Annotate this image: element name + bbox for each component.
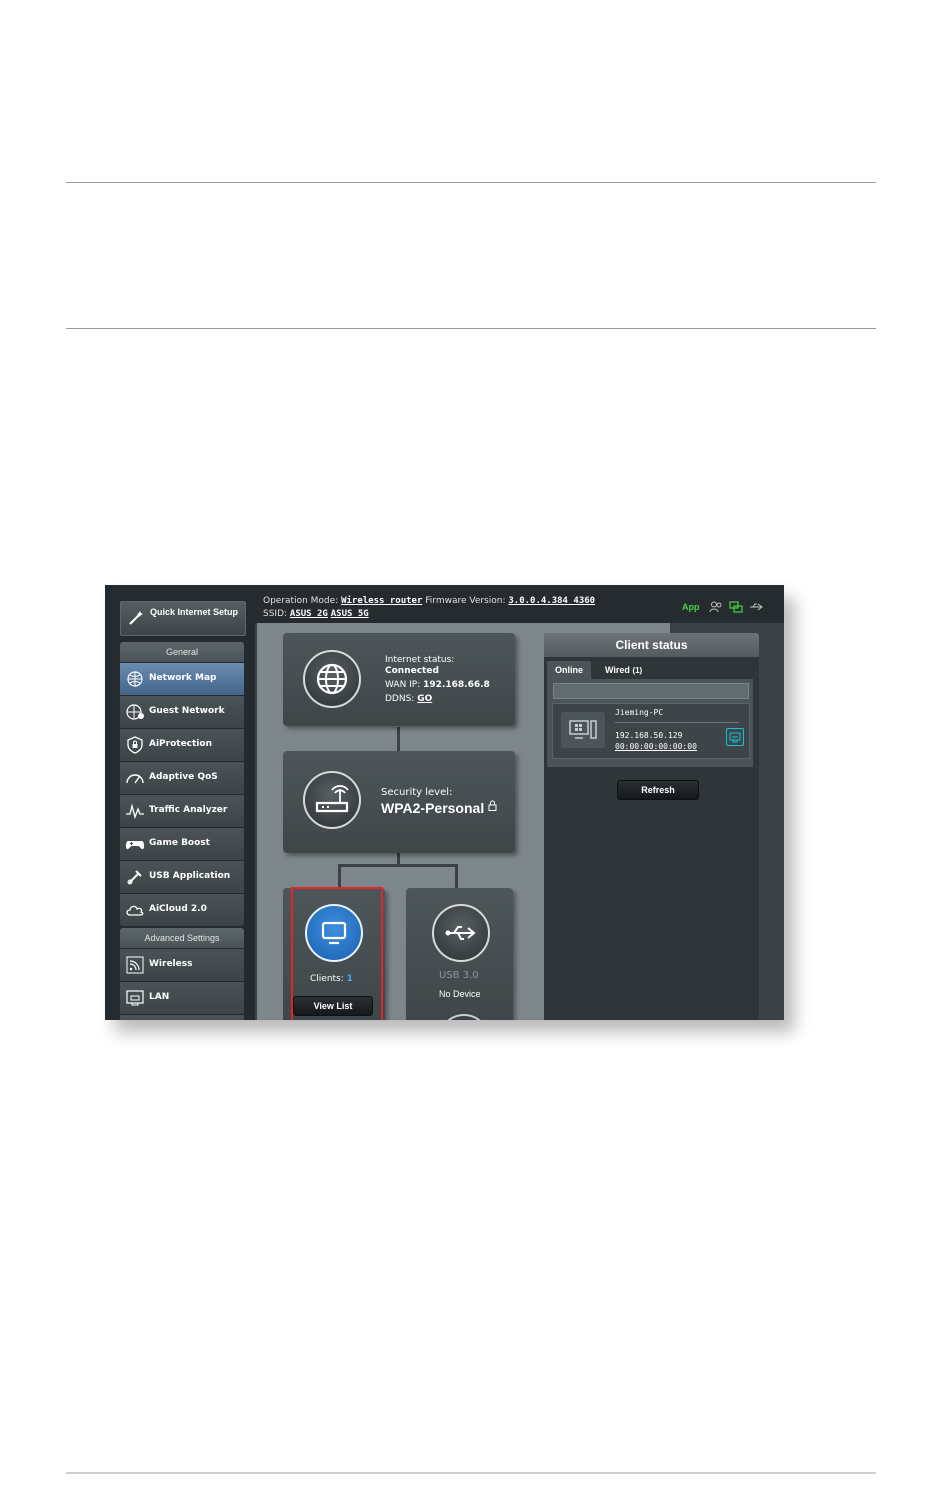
ddns-label: DDNS: [385, 694, 415, 704]
advanced-menu-group: Advanced Settings Wireless LAN [120, 928, 244, 1020]
sidebar-item-guest-network[interactable]: Guest Network [120, 695, 244, 728]
wan-ip-label: WAN IP: [385, 680, 421, 690]
sidebar-item-label: USB Application [149, 871, 231, 881]
tab-wired-label: Wired [605, 665, 630, 675]
connector-line [338, 864, 341, 888]
usb-port-label: USB 3.0 [439, 970, 479, 981]
firmware-link[interactable]: 3.0.0.4.384_4360 [508, 596, 595, 606]
bottom-rule [66, 1472, 876, 1474]
advanced-settings-header: Advanced Settings [120, 928, 244, 948]
highlight-box [291, 887, 383, 1020]
list-item[interactable]: Jieming-PC 192.168.50.129 00:00:00:00:00… [552, 703, 750, 759]
ssid-row: SSID: ASUS_2G ASUS_5G [263, 609, 369, 619]
usb-device-icon[interactable] [432, 904, 490, 962]
tab-wired[interactable]: Wired (1) [597, 661, 650, 679]
app-link[interactable]: App [682, 602, 700, 612]
ssid-5g-link[interactable]: ASUS_5G [331, 609, 369, 619]
client-name: Jieming-PC [615, 708, 664, 717]
connector-line [455, 864, 458, 888]
sidebar-item-label: AiCloud 2.0 [149, 904, 207, 914]
sidebar-item-label: Game Boost [149, 838, 210, 848]
connector-line [397, 727, 400, 751]
wand-icon [129, 611, 143, 625]
network-map-icon [127, 671, 143, 687]
sidebar-item-label: LAN [149, 992, 170, 1002]
tab-wired-count: (1) [632, 666, 643, 675]
sidebar-item-aiprotection[interactable]: AiProtection [120, 728, 244, 761]
sidebar-item-label: AiProtection [149, 739, 212, 749]
network-status-icon[interactable] [729, 601, 743, 613]
operation-mode-label: Operation Mode: [263, 596, 339, 606]
sidebar-item-label: Network Map [149, 673, 217, 683]
pc-icon [561, 712, 605, 748]
operation-mode-link[interactable]: Wireless router [341, 596, 422, 606]
shield-icon [127, 736, 143, 754]
tab-online[interactable]: Online [547, 661, 592, 679]
users-icon[interactable] [709, 601, 723, 613]
sidebar-item-usb-application[interactable]: USB Application [120, 860, 244, 893]
operation-mode-row: Operation Mode: Wireless router Firmware… [263, 596, 595, 606]
router-security-card[interactable]: Security level: WPA2-Personal [283, 751, 515, 853]
client-mac-link[interactable]: 00:00:00:00:00:00 [615, 742, 697, 751]
second-usb-icon[interactable] [438, 1014, 490, 1020]
refresh-button[interactable]: Refresh [617, 780, 699, 800]
divider [615, 722, 739, 723]
sidebar-item-adaptive-qos[interactable]: Adaptive QoS [120, 761, 244, 794]
client-ip: 192.168.50.129 [615, 731, 683, 740]
wan-ip-value: 192.168.66.8 [423, 680, 490, 690]
guest-network-icon [126, 704, 144, 720]
sidebar-item-traffic-analyzer[interactable]: Traffic Analyzer [120, 794, 244, 827]
gamepad-icon [125, 841, 145, 850]
ssid-2g-link[interactable]: ASUS_2G [290, 609, 328, 619]
traffic-analyzer-icon [126, 803, 144, 820]
usb-status: No Device [439, 989, 481, 999]
security-level-value: WPA2-Personal [381, 800, 485, 816]
usb-icon [127, 870, 142, 885]
usb-status-icon[interactable] [749, 601, 763, 613]
sidebar-item-label: Guest Network [149, 706, 225, 716]
wired-connection-icon [726, 728, 744, 746]
client-list: Jieming-PC 192.168.50.129 00:00:00:00:00… [547, 679, 753, 767]
sidebar: Quick Internet Setup General Network Map… [105, 585, 255, 1020]
router-ui-screenshot: Operation Mode: Wireless router Firmware… [105, 585, 784, 1020]
sidebar-item-game-boost[interactable]: Game Boost [120, 827, 244, 860]
general-header: General [120, 642, 244, 662]
firmware-label: Firmware Version: [425, 596, 506, 606]
sidebar-item-lan[interactable]: LAN [120, 981, 244, 1014]
connector-line [338, 864, 458, 867]
top-rule [66, 182, 876, 183]
client-status-title: Client status [544, 633, 759, 657]
internet-status-card[interactable]: Internet status: Connected WAN IP: 192.1… [283, 633, 515, 726]
internet-status-label: Internet status: [385, 655, 455, 665]
globe-icon[interactable] [303, 650, 361, 708]
speedometer-icon [126, 774, 144, 784]
router-icon[interactable] [303, 771, 361, 829]
sidebar-item-wireless[interactable]: Wireless [120, 948, 244, 981]
sidebar-item-more[interactable] [120, 1014, 244, 1020]
ssid-label: SSID: [263, 609, 288, 619]
cloud-icon [126, 905, 144, 916]
sidebar-item-network-map[interactable]: Network Map [120, 662, 244, 695]
security-level-label: Security level: [381, 787, 453, 798]
search-input[interactable] [553, 683, 749, 699]
wireless-icon [126, 956, 144, 974]
quick-internet-setup-button[interactable]: Quick Internet Setup [120, 601, 246, 636]
sidebar-item-label: Adaptive QoS [149, 772, 218, 782]
lan-icon [126, 990, 144, 1006]
quick-internet-setup-label: Quick Internet Setup [150, 607, 239, 617]
lock-icon [488, 800, 497, 811]
ddns-go-link[interactable]: GO [417, 694, 432, 704]
sidebar-item-label: Wireless [149, 959, 193, 969]
usb-card[interactable]: USB 3.0 No Device [406, 888, 513, 1020]
sidebar-item-label: Traffic Analyzer [149, 805, 228, 815]
second-rule [66, 328, 876, 329]
general-menu-group: General Network Map Guest Network AiProt… [120, 642, 244, 926]
internet-status-value: Connected [385, 666, 439, 676]
client-status-panel: Client status Online Wired (1) Jieming-P… [544, 633, 759, 1020]
sidebar-item-aicloud[interactable]: AiCloud 2.0 [120, 893, 244, 926]
